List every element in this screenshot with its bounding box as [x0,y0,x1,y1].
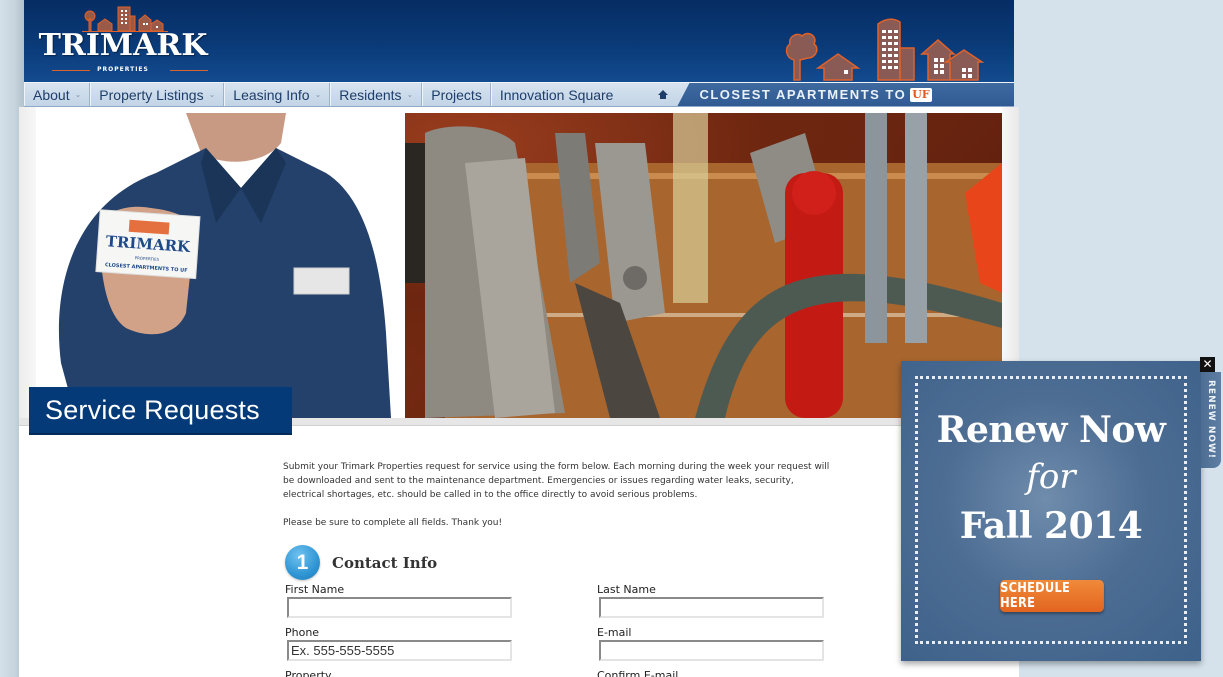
nav-label: Projects [431,86,482,103]
logo-wordmark: TRIMARK [38,28,208,63]
confirm-email-label: Confirm E-mail [597,669,679,677]
section-title: Contact Info [332,553,438,572]
first-name-field-group: First Name [285,583,513,618]
email-input[interactable] [599,640,824,661]
last-name-input[interactable] [599,597,824,618]
first-name-label: First Name [285,583,345,596]
contact-info-section-header: 1 Contact Info [285,545,437,580]
email-label: E-mail [597,626,632,639]
confirm-email-field-group: Confirm E-mail [597,669,825,677]
hero-worker-photo: TRIMARK PROPERTIES CLOSEST APARTMENTS TO… [36,113,404,418]
chevron-down-icon: ⌄ [74,90,82,99]
nav-item-about[interactable]: About ⌄ [24,83,91,106]
page-title-banner: Service Requests [29,387,292,435]
home-icon [658,90,669,99]
promo-subheadline: for [1026,457,1076,497]
site-header: TRIMARK PROPERTIES [24,0,1014,82]
property-field-group: Property [285,669,513,677]
intro-paragraph: Please be sure to complete all fields. T… [283,518,503,528]
renew-now-promo-popup: Renew Now for Fall 2014 SCHEDULE HERE [901,361,1201,661]
last-name-label: Last Name [597,583,656,596]
promo-season: Fall 2014 [959,505,1143,547]
logo-rule [170,70,208,71]
property-label: Property [285,669,332,677]
chevron-down-icon: ⌄ [314,90,322,99]
renew-now-side-tab[interactable]: RENEW NOW! [1201,372,1221,468]
nav-label: About [33,86,70,103]
nav-label: Leasing Info [233,86,310,103]
maintenance-worker-image: TRIMARK PROPERTIES CLOSEST APARTMENTS TO… [58,113,392,418]
close-icon[interactable]: ✕ [1200,357,1215,372]
tagline-text: CLOSEST APARTMENTS TO [699,87,907,102]
step-number-badge: 1 [285,545,320,580]
nav-item-innovation-square[interactable]: Innovation Square [490,83,622,106]
email-field-group: E-mail [597,626,825,661]
intro-paragraph: Submit your Trimark Properties request f… [283,462,830,500]
schedule-here-button[interactable]: SCHEDULE HERE [1000,580,1104,612]
nav-label: Innovation Square [499,86,614,103]
promo-headline: Renew Now [936,409,1166,451]
uf-logo-icon: UF [910,87,932,102]
phone-label: Phone [285,626,320,639]
intro-text: Submit your Trimark Properties request f… [283,460,833,530]
nav-label: Residents [339,86,402,103]
nav-item-property-listings[interactable]: Property Listings ⌄ [90,83,225,106]
first-name-input[interactable] [287,597,512,618]
nav-item-leasing-info[interactable]: Leasing Info ⌄ [224,83,331,106]
nav-item-projects[interactable]: Projects [422,83,491,106]
main-content: TRIMARK PROPERTIES CLOSEST APARTMENTS TO… [19,107,1019,677]
nav-item-residents[interactable]: Residents ⌄ [330,83,423,106]
chevron-down-icon: ⌄ [208,90,216,99]
phone-field-group: Phone [285,626,513,661]
nav-tagline: CLOSEST APARTMENTS TO UF [677,83,1014,106]
home-icon[interactable] [649,83,677,106]
trimark-logo[interactable]: TRIMARK PROPERTIES [38,4,208,76]
page-title: Service Requests [45,394,260,425]
chevron-down-icon: ⌄ [406,90,414,99]
nav-label: Property Listings [99,86,204,103]
last-name-field-group: Last Name [597,583,825,618]
side-tab-label: RENEW NOW! [1206,380,1216,460]
main-nav: About ⌄ Property Listings ⌄ Leasing Info… [24,82,1014,107]
hero-gutter [19,107,36,418]
skyline-illustration-icon [785,18,985,81]
phone-input[interactable] [287,640,512,661]
